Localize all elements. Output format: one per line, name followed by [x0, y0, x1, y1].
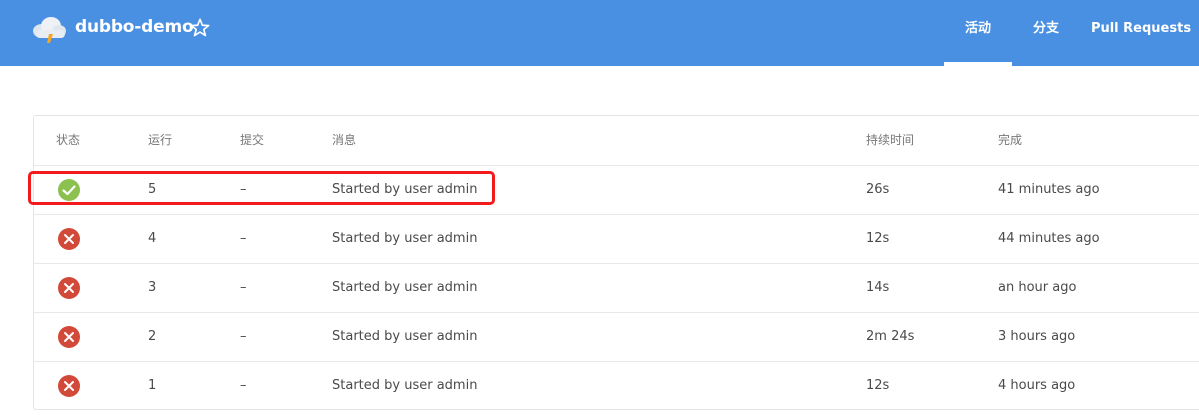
- tab-activity[interactable]: 活动: [944, 0, 1012, 66]
- run-duration: 26s: [866, 182, 890, 197]
- tab-pull-requests[interactable]: Pull Requests: [1090, 0, 1192, 66]
- run-message: Started by user admin: [332, 231, 478, 246]
- run-number: 4: [148, 231, 157, 246]
- run-duration: 2m 24s: [866, 329, 915, 344]
- run-message: Started by user admin: [332, 182, 478, 197]
- top-bar: dubbo-demo 活动 分支 Pull Requests: [0, 0, 1199, 66]
- column-header-run[interactable]: 运行: [148, 116, 172, 165]
- star-outline-icon[interactable]: [189, 17, 211, 39]
- table-row[interactable]: 4 – Started by user admin 12s 44 minutes…: [34, 214, 1199, 263]
- failure-x-icon: [58, 228, 80, 250]
- failure-x-icon: [58, 277, 80, 299]
- column-header-completed[interactable]: 完成: [998, 116, 1022, 165]
- run-message: Started by user admin: [332, 329, 478, 344]
- failure-x-icon: [58, 375, 80, 397]
- run-duration: 12s: [866, 231, 890, 246]
- commit-id: –: [240, 231, 247, 246]
- run-number: 5: [148, 182, 157, 197]
- run-number: 1: [148, 378, 157, 393]
- table-row[interactable]: 2 – Started by user admin 2m 24s 3 hours…: [34, 312, 1199, 361]
- run-duration: 12s: [866, 378, 890, 393]
- commit-id: –: [240, 182, 247, 197]
- run-message: Started by user admin: [332, 378, 478, 393]
- run-number: 2: [148, 329, 157, 344]
- run-duration: 14s: [866, 280, 890, 295]
- table-header-row: 状态 运行 提交 消息 持续时间 完成: [34, 116, 1199, 165]
- app-title[interactable]: dubbo-demo: [75, 17, 194, 37]
- column-header-duration[interactable]: 持续时间: [866, 116, 914, 165]
- run-number: 3: [148, 280, 157, 295]
- run-message: Started by user admin: [332, 280, 478, 295]
- run-completed: 3 hours ago: [998, 329, 1076, 344]
- run-completed: an hour ago: [998, 280, 1077, 295]
- activity-table: 状态 运行 提交 消息 持续时间 完成 5 – Started by user …: [33, 115, 1199, 410]
- commit-id: –: [240, 280, 247, 295]
- run-completed: 4 hours ago: [998, 378, 1076, 393]
- commit-id: –: [240, 329, 247, 344]
- failure-x-icon: [58, 326, 80, 348]
- table-row[interactable]: 5 – Started by user admin 26s 41 minutes…: [34, 165, 1199, 214]
- tab-branches[interactable]: 分支: [1022, 0, 1070, 66]
- column-header-message[interactable]: 消息: [332, 116, 356, 165]
- jenkins-cloud-logo-icon[interactable]: [30, 14, 68, 44]
- commit-id: –: [240, 378, 247, 393]
- run-completed: 41 minutes ago: [998, 182, 1100, 197]
- run-completed: 44 minutes ago: [998, 231, 1100, 246]
- success-check-icon: [58, 179, 80, 201]
- column-header-commit[interactable]: 提交: [240, 116, 264, 165]
- table-row[interactable]: 1 – Started by user admin 12s 4 hours ag…: [34, 361, 1199, 410]
- table-row[interactable]: 3 – Started by user admin 14s an hour ag…: [34, 263, 1199, 312]
- column-header-status[interactable]: 状态: [56, 116, 80, 165]
